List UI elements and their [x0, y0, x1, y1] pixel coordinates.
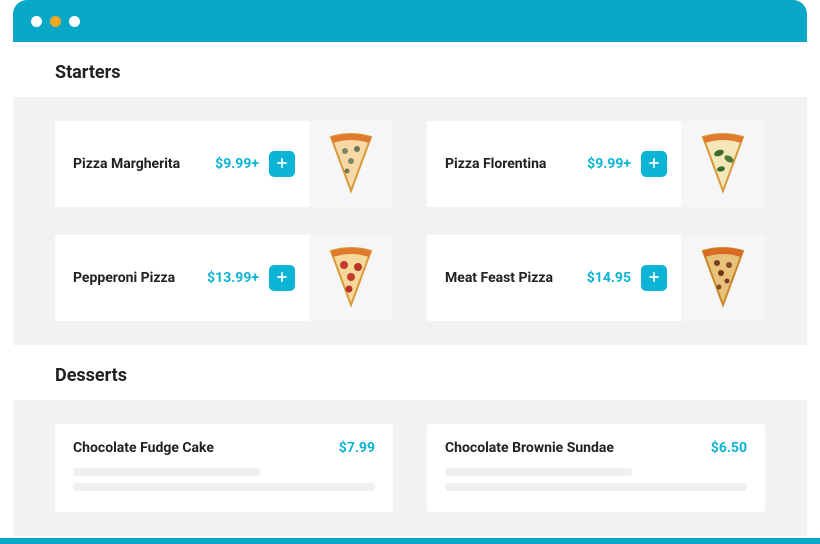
menu-item-main: Chocolate Fudge Cake $7.99 — [73, 440, 375, 456]
add-item-button[interactable] — [641, 151, 667, 177]
menu-item-thumb — [681, 121, 765, 207]
menu-item-thumb — [309, 235, 393, 321]
section-title: Starters — [55, 62, 765, 83]
placeholder-line — [445, 468, 632, 476]
menu-item-card: Pizza Margherita $9.99+ — [55, 121, 393, 207]
plus-icon — [647, 156, 661, 173]
menu-item-card: Chocolate Fudge Cake $7.99 — [55, 424, 393, 512]
menu-item-thumb — [309, 121, 393, 207]
placeholder-line — [73, 483, 375, 491]
add-item-button[interactable] — [641, 265, 667, 291]
menu-item-name: Chocolate Brownie Sundae — [445, 440, 614, 456]
menu-item-price: $13.99+ — [207, 270, 259, 286]
bottom-accent-bar — [0, 538, 820, 544]
section-title: Desserts — [55, 365, 765, 386]
page-content: Starters Pizza Margherita $9.99+ — [13, 42, 807, 536]
window-control-maximize[interactable] — [69, 16, 80, 27]
placeholder-line — [73, 468, 260, 476]
menu-item-name: Chocolate Fudge Cake — [73, 440, 214, 456]
window-control-close[interactable] — [31, 16, 42, 27]
plus-icon — [275, 156, 289, 173]
menu-item-card: Pepperoni Pizza $13.99+ — [55, 235, 393, 321]
plus-icon — [647, 270, 661, 287]
section-body-starters: Pizza Margherita $9.99+ Pizza F — [13, 97, 807, 345]
pizza-slice-icon — [701, 129, 745, 199]
menu-item-main: Pepperoni Pizza $13.99+ — [55, 235, 309, 321]
menu-item-name: Pizza Margherita — [73, 156, 205, 172]
pizza-slice-icon — [329, 129, 373, 199]
menu-item-name: Pepperoni Pizza — [73, 270, 197, 286]
menu-item-main: Pizza Margherita $9.99+ — [55, 121, 309, 207]
menu-item-price: $14.95 — [587, 270, 631, 286]
menu-item-price: $6.50 — [711, 440, 747, 456]
section-body-desserts: Chocolate Fudge Cake $7.99 Chocolate Bro… — [13, 400, 807, 536]
menu-item-thumb — [681, 235, 765, 321]
window-control-minimize[interactable] — [50, 16, 61, 27]
menu-item-price: $9.99+ — [215, 156, 259, 172]
add-item-button[interactable] — [269, 265, 295, 291]
window-titlebar — [13, 0, 807, 42]
menu-item-card: Meat Feast Pizza $14.95 — [427, 235, 765, 321]
menu-item-main: Chocolate Brownie Sundae $6.50 — [445, 440, 747, 456]
menu-item-main: Meat Feast Pizza $14.95 — [427, 235, 681, 321]
menu-item-name: Pizza Florentina — [445, 156, 577, 172]
pizza-slice-icon — [701, 243, 745, 313]
menu-item-price: $9.99+ — [587, 156, 631, 172]
menu-item-price: $7.99 — [339, 440, 375, 456]
section-header-starters: Starters — [13, 42, 807, 97]
menu-item-card: Chocolate Brownie Sundae $6.50 — [427, 424, 765, 512]
section-header-desserts: Desserts — [13, 345, 807, 400]
plus-icon — [275, 270, 289, 287]
add-item-button[interactable] — [269, 151, 295, 177]
menu-item-main: Pizza Florentina $9.99+ — [427, 121, 681, 207]
menu-item-card: Pizza Florentina $9.99+ — [427, 121, 765, 207]
app-window: Starters Pizza Margherita $9.99+ — [13, 0, 807, 536]
pizza-slice-icon — [329, 243, 373, 313]
menu-item-name: Meat Feast Pizza — [445, 270, 577, 286]
placeholder-line — [445, 483, 747, 491]
